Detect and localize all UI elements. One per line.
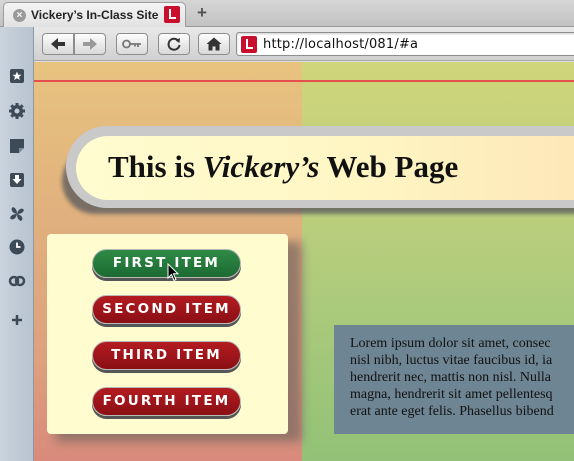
lorem-line: Lorem ipsum dolor sit amet, consec — [350, 336, 551, 351]
browser-tab[interactable]: × Vickery’s In-Class Site — [3, 2, 186, 27]
fan-icon[interactable] — [8, 205, 26, 223]
close-tab-icon[interactable]: × — [13, 9, 26, 22]
page-title: This is Vickery’s Web Page — [108, 149, 458, 185]
home-button[interactable] — [198, 33, 230, 55]
title-suffix: Web Page — [319, 149, 459, 184]
link-icon[interactable] — [8, 272, 26, 290]
lorem-box: Lorem ipsum dolor sit amet, consec nisl … — [334, 325, 574, 434]
new-tab-button[interactable]: + — [193, 4, 211, 22]
download-icon[interactable] — [8, 171, 26, 189]
forward-arrow-icon — [83, 38, 97, 50]
lorem-line: erat ante eget felis. Phasellus bibend — [350, 404, 554, 419]
site-favicon-icon — [164, 6, 180, 23]
address-text[interactable]: http://localhost/081/#a — [263, 37, 418, 52]
notes-icon[interactable] — [8, 137, 26, 155]
menu-item-second[interactable]: SECOND ITEM — [92, 295, 241, 324]
back-arrow-icon — [51, 38, 65, 50]
reload-icon — [167, 37, 181, 51]
browser-toolbar: http://localhost/081/#a — [34, 27, 574, 61]
mouse-cursor-icon — [167, 263, 179, 282]
bookmark-star-icon[interactable] — [8, 67, 26, 85]
title-prefix: This is — [108, 149, 203, 184]
banner-inner: This is Vickery’s Web Page — [76, 136, 574, 200]
back-button[interactable] — [42, 33, 74, 55]
menu-item-third[interactable]: THIRD ITEM — [92, 341, 241, 370]
gear-icon[interactable] — [8, 102, 26, 120]
header-rule — [34, 80, 574, 82]
clock-icon[interactable] — [8, 238, 26, 256]
lorem-line: nisl nibh, luctus vitae faucibus id, ia — [350, 353, 553, 368]
title-name: Vickery’s — [202, 149, 320, 184]
menu-item-label: THIRD ITEM — [111, 347, 222, 363]
page-banner: This is Vickery’s Web Page — [66, 126, 574, 208]
site-favicon-icon — [241, 36, 257, 53]
browser-sidebar — [0, 27, 34, 461]
password-key-button[interactable] — [116, 33, 148, 55]
tab-title: Vickery’s In-Class Site — [31, 8, 159, 22]
address-bar[interactable]: http://localhost/081/#a — [236, 32, 574, 56]
forward-button[interactable] — [74, 33, 106, 55]
menu-item-label: SECOND ITEM — [102, 301, 231, 317]
key-icon — [122, 39, 141, 49]
web-page: This is Vickery’s Web Page FIRST ITEM SE… — [34, 62, 574, 461]
lorem-line: magna, hendrerit sit amet pellentesq — [350, 387, 553, 402]
menu-item-fourth[interactable]: FOURTH ITEM — [92, 387, 241, 416]
lorem-text: Lorem ipsum dolor sit amet, consec nisl … — [350, 335, 574, 420]
reload-button[interactable] — [158, 33, 190, 55]
home-icon — [206, 37, 222, 51]
lorem-line: hendrerit nec, mattis non nisl. Nulla — [350, 370, 552, 385]
menu-item-label: FOURTH ITEM — [102, 393, 231, 409]
tab-bar: × Vickery’s In-Class Site + — [0, 0, 574, 27]
add-icon[interactable] — [8, 311, 26, 329]
